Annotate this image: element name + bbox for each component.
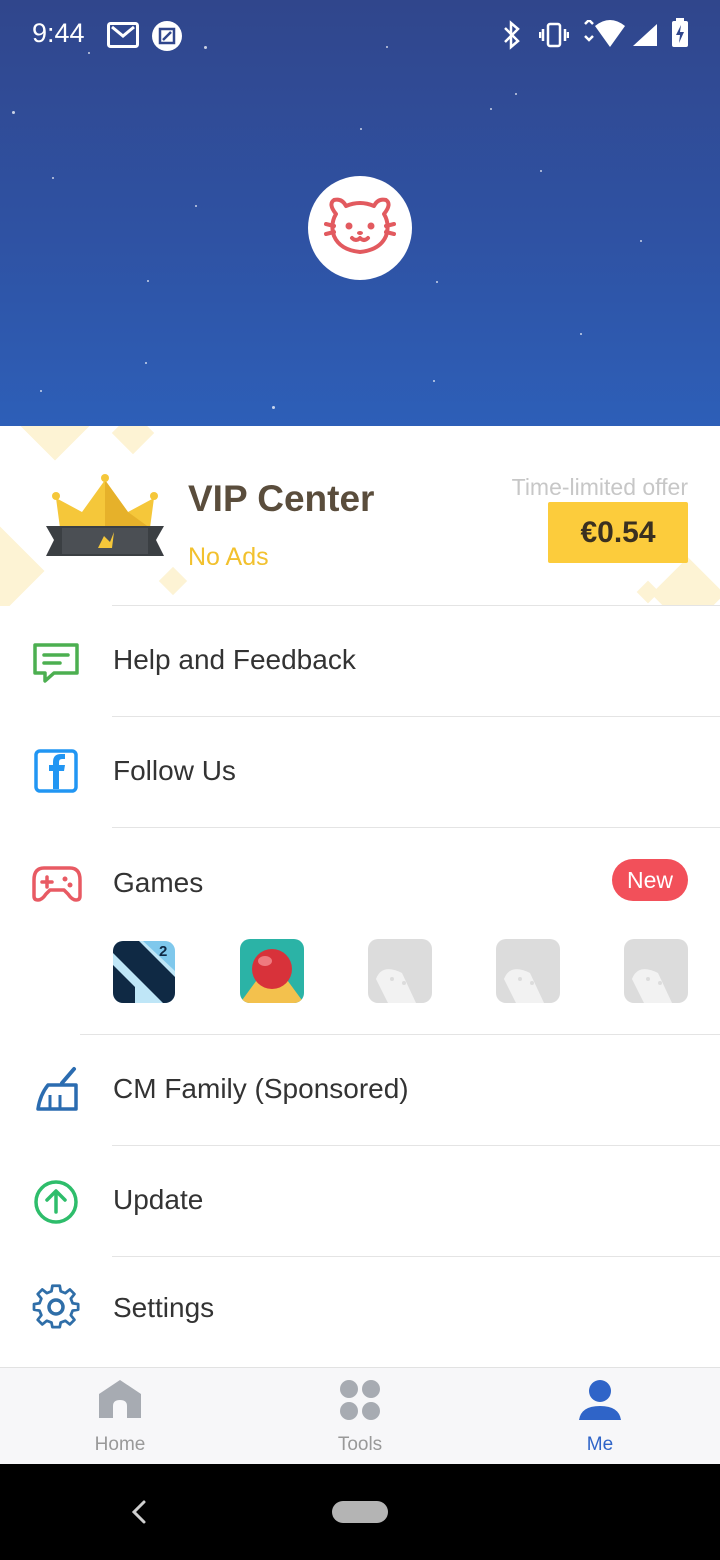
- nav-label-home: Home: [94, 1434, 146, 1455]
- menu-item-update[interactable]: Update: [0, 1146, 720, 1256]
- nav-label-me: Me: [586, 1434, 614, 1455]
- vip-price-button[interactable]: €0.54: [548, 502, 688, 563]
- system-navigation-bar: [0, 1464, 720, 1560]
- gear-icon: [32, 1284, 80, 1337]
- signal-icon: [631, 22, 659, 53]
- tools-icon: [340, 1380, 380, 1420]
- menu-label: Follow Us: [113, 755, 236, 786]
- gamepad-icon: [32, 866, 82, 907]
- game-icon-placeholder[interactable]: [496, 939, 560, 1003]
- facebook-icon: [34, 749, 78, 798]
- svg-text:2: 2: [159, 943, 167, 960]
- decor-diamond: [636, 580, 660, 604]
- offer-label: Time-limited offer: [511, 474, 688, 500]
- bottom-navigation: Home Tools Me: [0, 1367, 720, 1465]
- menu-label: CM Family (Sponsored): [113, 1073, 409, 1104]
- game-icon-placeholder[interactable]: [624, 939, 688, 1003]
- cat-face-icon: [324, 197, 396, 254]
- screenshot-icon: [151, 20, 183, 57]
- home-icon: [99, 1380, 141, 1418]
- decor-diamond: [0, 521, 45, 606]
- menu-item-follow[interactable]: Follow Us: [0, 717, 720, 827]
- profile-header: 9:44: [0, 0, 720, 426]
- back-icon[interactable]: [128, 1494, 150, 1535]
- nav-home[interactable]: Home: [0, 1368, 240, 1465]
- menu-label: Games: [113, 867, 204, 898]
- status-bar: 9:44: [0, 0, 720, 72]
- android-icon: [504, 969, 544, 1003]
- vibrate-icon: [538, 22, 570, 53]
- wifi-icon: [581, 18, 627, 55]
- game-icon-rolling-ball[interactable]: [240, 939, 304, 1003]
- decor-diamond: [5, 426, 105, 461]
- new-badge: New: [612, 859, 688, 901]
- menu-item-games[interactable]: Games: [0, 828, 720, 1034]
- broom-icon: [36, 1065, 80, 1118]
- android-icon: [376, 969, 416, 1003]
- menu-label: Settings: [113, 1292, 215, 1323]
- home-pill-button[interactable]: [332, 1501, 388, 1523]
- decor-diamond: [111, 426, 155, 455]
- decor-diamond: [158, 566, 188, 596]
- game-icon-placeholder[interactable]: [368, 939, 432, 1003]
- menu-item-help[interactable]: Help and Feedback: [0, 606, 720, 716]
- menu-item-settings[interactable]: Settings: [0, 1257, 720, 1367]
- vip-title: VIP Center: [188, 478, 375, 519]
- nav-label-tools: Tools: [337, 1434, 383, 1455]
- user-avatar[interactable]: [308, 176, 412, 280]
- nav-me[interactable]: Me: [480, 1368, 720, 1465]
- person-icon: [579, 1380, 621, 1420]
- vip-center-card[interactable]: VIP Center No Ads Time-limited offer €0.…: [0, 426, 720, 606]
- feedback-icon: [32, 642, 80, 689]
- menu-item-cm-family[interactable]: CM Family (Sponsored): [0, 1035, 720, 1145]
- arrow-up-icon: [33, 1179, 79, 1230]
- menu-label: Update: [113, 1184, 204, 1215]
- bluetooth-icon: [502, 20, 522, 55]
- battery-icon: [671, 18, 689, 53]
- nav-tools[interactable]: Tools: [240, 1368, 480, 1465]
- decor-diamond: [651, 557, 720, 606]
- menu-label: Help and Feedback: [113, 644, 356, 675]
- game-icon-piano-tiles[interactable]: 2: [113, 941, 175, 1003]
- status-time: 9:44: [32, 18, 85, 48]
- vip-subtitle: No Ads: [188, 543, 269, 571]
- vip-crown-icon: [46, 472, 164, 569]
- gmail-icon: [107, 22, 139, 53]
- android-icon: [632, 969, 672, 1003]
